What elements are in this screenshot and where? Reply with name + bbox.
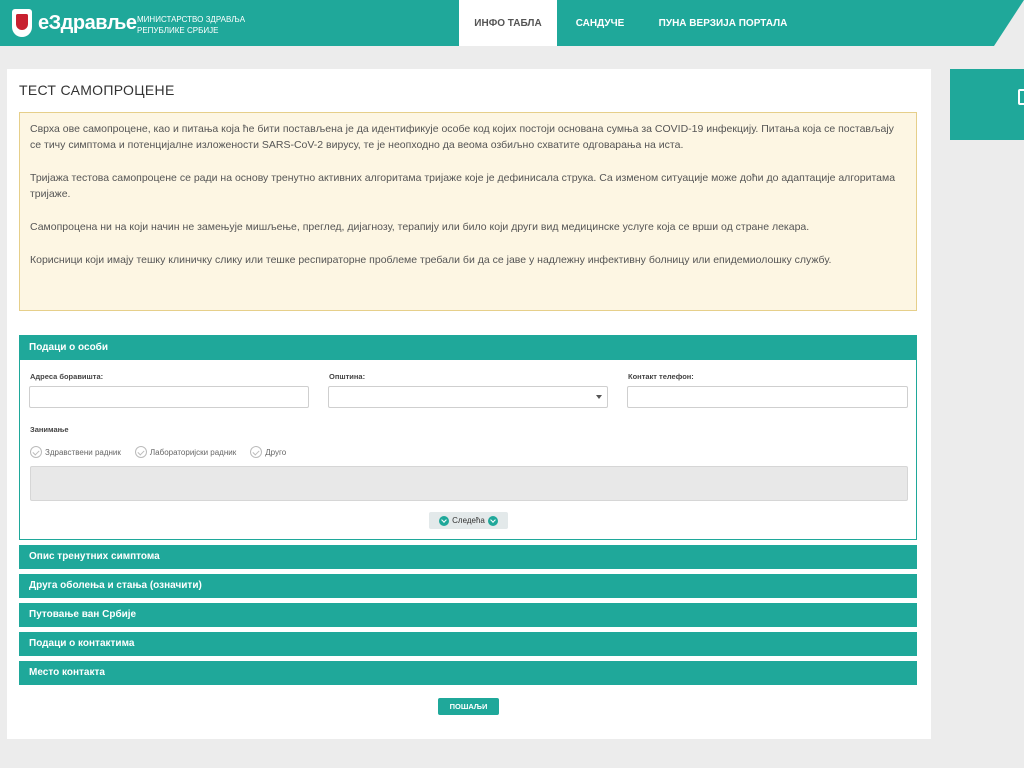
- coat-of-arms-icon: [12, 9, 32, 37]
- nav-info-board[interactable]: ИНФО ТАБЛА: [459, 0, 557, 46]
- next-button[interactable]: Следећа: [429, 512, 508, 529]
- info-paragraph: Самопроцена ни на који начин не замењује…: [30, 221, 810, 233]
- person-section-body: [19, 335, 917, 540]
- logo-text: eЗдравље: [38, 11, 137, 34]
- phone-label: Контакт телефон:: [628, 372, 694, 381]
- option-label: Здравствени радник: [45, 447, 121, 457]
- occupation-options: Здравствени радник Лабораторијски радник…: [30, 446, 300, 458]
- chevron-down-icon: [487, 515, 498, 526]
- ministry-line-1: МИНИСТАРСТВО ЗДРАВЉА: [137, 15, 246, 24]
- chevron-down-icon: [439, 515, 450, 526]
- address-label: Адреса боравишта:: [30, 372, 104, 381]
- nav-full-portal[interactable]: ПУНА ВЕРЗИЈА ПОРТАЛА: [643, 0, 803, 46]
- ministry-name: МИНИСТАРСТВО ЗДРАВЉА РЕПУБЛИКЕ СРБИЈЕ: [137, 14, 245, 36]
- info-paragraph: Сврха ове самопроцене, као и питања која…: [30, 123, 894, 151]
- occupation-label: Занимање: [30, 425, 69, 434]
- option-other[interactable]: Друго: [250, 446, 286, 458]
- municipality-label: Општина:: [329, 372, 366, 381]
- radio-icon: [134, 446, 147, 458]
- phone-input[interactable]: [627, 386, 908, 408]
- side-card[interactable]: [950, 69, 1024, 140]
- radio-icon: [250, 446, 263, 458]
- submit-button[interactable]: ПОШАЉИ: [438, 698, 499, 715]
- nav-inbox[interactable]: САНДУЧЕ: [557, 0, 643, 46]
- address-input[interactable]: [29, 386, 309, 408]
- radio-icon: [30, 446, 42, 458]
- option-label: Друго: [265, 447, 287, 457]
- top-bar: eЗдравље МИНИСТАРСТВО ЗДРАВЉА РЕПУБЛИКЕ …: [0, 0, 1024, 46]
- logo[interactable]: eЗдравље: [12, 9, 137, 37]
- dropdown-arrow-icon: [596, 395, 602, 399]
- option-lab-worker[interactable]: Лабораторијски радник: [134, 446, 237, 458]
- section-contacts[interactable]: Подаци о контактима: [19, 632, 917, 656]
- section-symptoms[interactable]: Опис тренутних симптома: [19, 545, 917, 569]
- section-other-conditions[interactable]: Друга оболења и стања (означити): [19, 574, 917, 598]
- person-section-header[interactable]: Подаци о особи: [19, 336, 917, 360]
- section-travel[interactable]: Путовање ван Србије: [19, 603, 917, 627]
- info-paragraph: Тријажа тестова самопроцене се ради на о…: [30, 172, 896, 200]
- phone-icon: [1018, 89, 1024, 105]
- info-paragraph: Корисници који имају тешку клиничку слик…: [30, 254, 832, 266]
- municipality-select[interactable]: [328, 386, 608, 408]
- next-label: Следећа: [452, 516, 485, 525]
- info-box: Сврха ове самопроцене, као и питања која…: [19, 112, 917, 311]
- ministry-line-2: РЕПУБЛИКЕ СРБИЈЕ: [137, 26, 219, 35]
- occupation-textarea[interactable]: [30, 466, 908, 501]
- option-label: Лабораторијски радник: [149, 447, 237, 457]
- option-health-worker[interactable]: Здравствени радник: [30, 446, 121, 458]
- page-title: ТЕСТ САМОПРОЦЕНЕ: [19, 82, 175, 98]
- section-contact-place[interactable]: Место контакта: [19, 661, 917, 685]
